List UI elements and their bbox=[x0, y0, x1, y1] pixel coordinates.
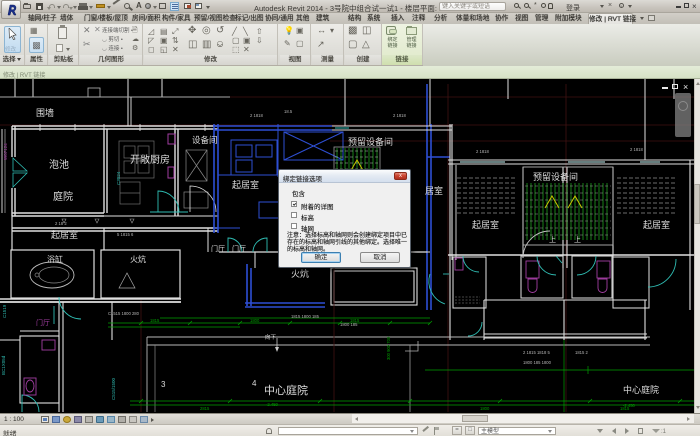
svg-text:预留设备间: 预留设备间 bbox=[348, 136, 393, 147]
svg-text:18.5: 18.5 bbox=[284, 109, 293, 114]
svg-text:2815: 2815 bbox=[200, 406, 210, 411]
svg-text:火炕: 火炕 bbox=[291, 268, 309, 279]
svg-text:2 1815 1818 5: 2 1815 1818 5 bbox=[523, 350, 550, 355]
svg-text:BC1X05d: BC1X05d bbox=[1, 355, 6, 375]
svg-text:向下: 向下 bbox=[265, 333, 277, 341]
svg-text:围墙: 围墙 bbox=[36, 107, 54, 118]
svg-text:1800 185 1800: 1800 185 1800 bbox=[523, 360, 552, 365]
svg-text:1800: 1800 bbox=[250, 318, 260, 323]
svg-text:上: 上 bbox=[574, 235, 581, 244]
svg-text:起居室: 起居室 bbox=[472, 219, 499, 230]
svg-text:1815: 1815 bbox=[350, 318, 360, 323]
svg-text:中心庭院: 中心庭院 bbox=[623, 384, 659, 395]
svg-text:火炕: 火炕 bbox=[130, 254, 146, 264]
svg-text:-2.450: -2.450 bbox=[623, 403, 636, 408]
svg-text:起居室: 起居室 bbox=[232, 179, 259, 190]
svg-text:3: 3 bbox=[161, 380, 166, 389]
svg-text:2 1818: 2 1818 bbox=[630, 147, 643, 152]
svg-text:浴缸: 浴缸 bbox=[47, 254, 63, 264]
svg-text:4: 4 bbox=[252, 379, 257, 388]
svg-text:2 1818: 2 1818 bbox=[250, 113, 263, 118]
svg-text:W07124: W07124 bbox=[3, 143, 8, 160]
svg-text:1815: 1815 bbox=[150, 318, 160, 323]
svg-text:开敞厨房: 开敞厨房 bbox=[130, 153, 170, 166]
svg-text:门厅: 门厅 bbox=[211, 244, 225, 253]
svg-text:泡池: 泡池 bbox=[49, 158, 69, 171]
svg-text:门厅: 门厅 bbox=[36, 318, 50, 327]
svg-text:上: 上 bbox=[549, 235, 556, 244]
svg-text:1800: 1800 bbox=[480, 406, 490, 411]
svg-text:庭院: 庭院 bbox=[53, 190, 73, 203]
svg-text:起居室: 起居室 bbox=[51, 229, 78, 240]
svg-text:C515/1500: C515/1500 bbox=[111, 377, 116, 400]
svg-text:起居室: 起居室 bbox=[643, 219, 670, 230]
svg-text:设备间: 设备间 bbox=[192, 135, 218, 145]
svg-text:2 1818: 2 1818 bbox=[476, 149, 489, 154]
svg-text:C3024: C3024 bbox=[116, 171, 121, 185]
svg-text:-2.450: -2.450 bbox=[266, 402, 279, 407]
svg-text:5 1815 6: 5 1815 6 bbox=[117, 232, 134, 237]
svg-text:C1519: C1519 bbox=[2, 304, 7, 318]
svg-text:1815 1800 185: 1815 1800 185 bbox=[291, 314, 320, 319]
svg-text:居室: 居室 bbox=[425, 185, 443, 196]
svg-text:1815 2: 1815 2 bbox=[575, 350, 588, 355]
svg-text:2 1818: 2 1818 bbox=[393, 113, 406, 118]
svg-text:300 900 700: 300 900 700 bbox=[386, 336, 391, 360]
svg-text:预留设备间: 预留设备间 bbox=[533, 171, 578, 182]
svg-text:中心庭院: 中心庭院 bbox=[264, 383, 308, 397]
svg-text:门厅: 门厅 bbox=[232, 244, 246, 253]
svg-text:C1515 1800 280: C1515 1800 280 bbox=[108, 311, 140, 316]
svg-text:2 18 2: 2 18 2 bbox=[55, 221, 67, 226]
